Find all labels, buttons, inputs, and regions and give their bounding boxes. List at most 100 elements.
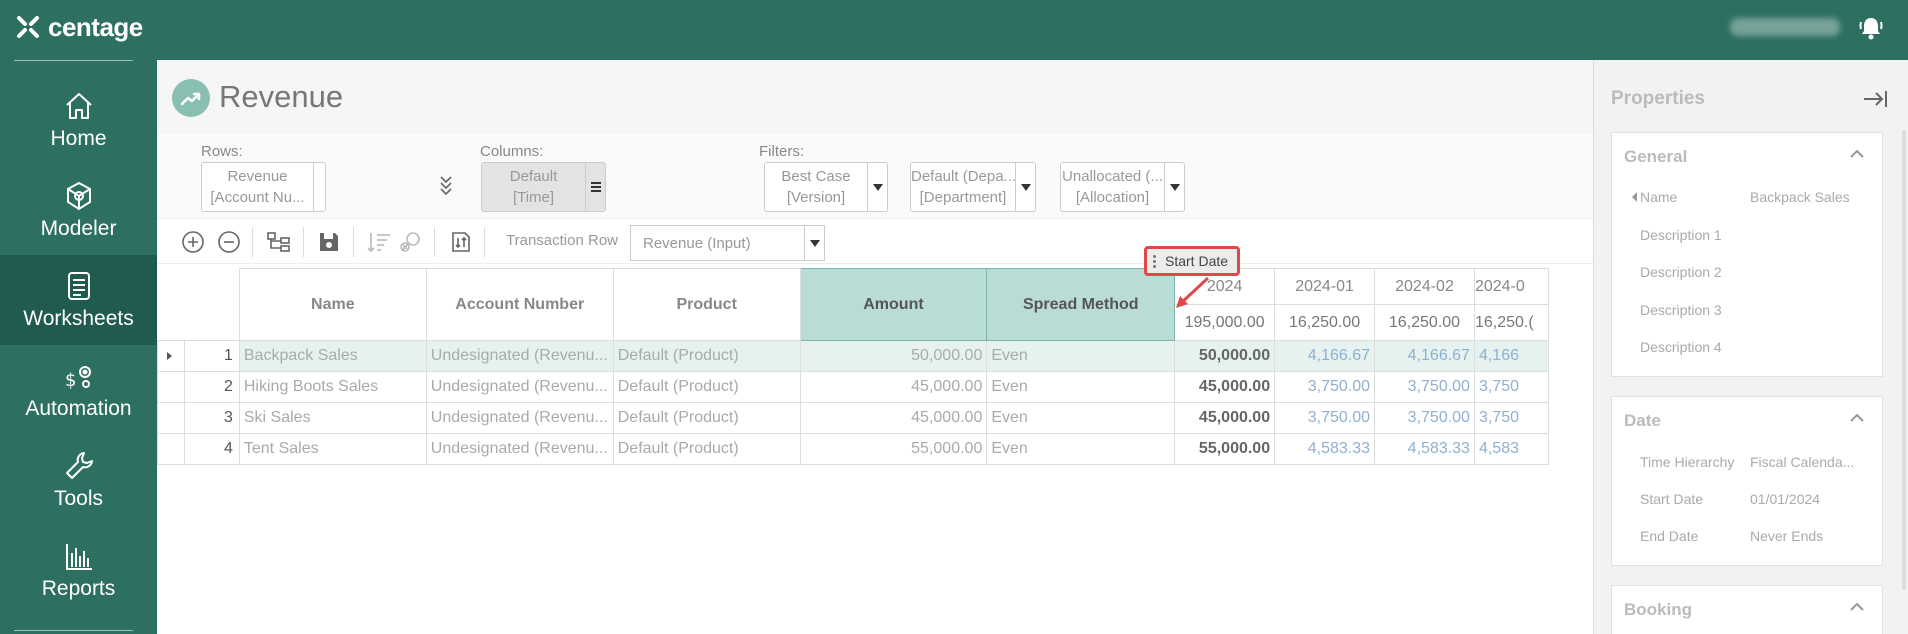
chevron-up-icon[interactable] [1850,413,1864,423]
cell-account[interactable]: Undesignated (Revenu... [425,340,614,372]
column-header-product[interactable]: Product [612,268,801,341]
current-field-marker-icon [1632,192,1637,202]
cell-amount[interactable]: 45,000.00 [799,371,988,403]
cell-period-2024-01[interactable]: 4,583.33 [1274,433,1376,465]
rows-dimension-box[interactable]: Revenue [Account Nu... [201,162,326,212]
sidebar-item-modeler[interactable]: Modeler [0,165,157,255]
sidebar-item-tools[interactable]: Tools [0,435,157,525]
column-header-name[interactable]: Name [238,268,427,341]
period-header-2024-02[interactable]: 2024-02 [1374,268,1475,305]
table-row[interactable]: 3 Ski Sales Undesignated (Revenu... Defa… [157,402,1549,434]
chevron-down-icon[interactable] [1164,163,1184,211]
cell-period-2024[interactable]: 45,000.00 [1174,371,1276,403]
chevron-down-icon[interactable] [867,163,887,211]
centage-logo[interactable]: centage [14,12,143,42]
cell-product[interactable]: Default (Product) [612,433,801,465]
property-value[interactable]: Fiscal Calenda... [1750,454,1875,470]
cell-period-2024-02[interactable]: 4,166.67 [1374,340,1475,372]
cell-name[interactable]: Hiking Boots Sales [238,371,427,403]
add-row-button[interactable] [179,228,207,256]
property-row-end-date[interactable]: End Date Never Ends [1612,528,1884,552]
cell-name[interactable]: Backpack Sales [238,340,427,372]
column-header-spread-method[interactable]: Spread Method [986,268,1176,341]
property-value[interactable]: 01/01/2024 [1750,491,1875,507]
table-row[interactable]: 4 Tent Sales Undesignated (Revenu... Def… [157,433,1549,465]
filter-allocation[interactable]: Unallocated (... [Allocation] [1060,162,1185,212]
cell-period-2024-02[interactable]: 3,750.00 [1374,402,1475,434]
cell-period-2024-01[interactable]: 3,750.00 [1274,402,1376,434]
cell-period-2024-02[interactable]: 4,583.33 [1374,433,1475,465]
cell-account[interactable]: Undesignated (Revenu... [425,371,614,403]
properties-scrollbar[interactable] [1902,130,1906,590]
property-row-description-4[interactable]: Description 4 [1612,339,1884,363]
cell-name[interactable]: Ski Sales [238,402,427,434]
property-row-name[interactable]: Name Backpack Sales [1612,189,1884,213]
user-name-blurred[interactable] [1730,18,1840,36]
cell-amount[interactable]: 50,000.00 [799,340,988,372]
cell-period-2024[interactable]: 45,000.00 [1174,402,1276,434]
filter-department[interactable]: Default (Depa... [Department] [910,162,1036,212]
collapse-panel-icon[interactable] [1862,88,1888,110]
property-row-description-2[interactable]: Description 2 [1612,264,1884,288]
cell-period-2024[interactable]: 50,000.00 [1174,340,1276,372]
property-row-description-1[interactable]: Description 1 [1612,227,1884,251]
period-header-2024-03[interactable]: 2024-0 [1473,268,1549,305]
cell-period-2024-03[interactable]: 4,583 [1473,433,1549,465]
sidebar-item-worksheets[interactable]: Worksheets [0,255,157,345]
rows-dimension-value: Revenue [Account Nu... [210,168,305,206]
transaction-row-select[interactable]: Revenue (Input) [630,225,825,261]
cell-account[interactable]: Undesignated (Revenu... [425,402,614,434]
cell-spread[interactable]: Even [986,433,1176,465]
cell-period-2024-03[interactable]: 3,750 [1473,371,1549,403]
cell-amount[interactable]: 55,000.00 [799,433,988,465]
sidebar-item-reports[interactable]: Reports [0,525,157,615]
cell-period-2024-01[interactable]: 3,750.00 [1274,371,1376,403]
cell-spread[interactable]: Even [986,340,1176,372]
rows-dimension-handle[interactable] [313,163,325,211]
chevron-up-icon[interactable] [1850,149,1864,159]
sort-button[interactable] [365,228,393,256]
property-value[interactable]: Backpack Sales [1750,189,1875,205]
property-row-description-3[interactable]: Description 3 [1612,302,1884,326]
clear-search-button[interactable] [397,228,425,256]
save-button[interactable] [315,228,343,256]
double-chevron-down-icon[interactable] [438,174,454,198]
sidebar-item-home[interactable]: Home [0,75,157,165]
cell-product[interactable]: Default (Product) [612,402,801,434]
hierarchy-button[interactable] [265,228,293,256]
table-row[interactable]: 1 Backpack Sales Undesignated (Revenu...… [157,340,1549,372]
cell-spread[interactable]: Even [986,371,1176,403]
notification-bell-icon[interactable] [1858,15,1884,41]
columns-menu-icon[interactable] [585,163,605,211]
cell-name[interactable]: Tent Sales [238,433,427,465]
cell-amount[interactable]: 45,000.00 [799,402,988,434]
filter-version[interactable]: Best Case [Version] [764,162,888,212]
table-row[interactable]: 2 Hiking Boots Sales Undesignated (Reven… [157,371,1549,403]
cell-period-2024-02[interactable]: 3,750.00 [1374,371,1475,403]
columns-dimension-value: Default [Time] [509,168,558,206]
columns-dimension-box[interactable]: Default [Time] [481,162,606,212]
cell-product[interactable]: Default (Product) [612,340,801,372]
cell-period-2024-01[interactable]: 4,166.67 [1274,340,1376,372]
row-expand-icon[interactable] [157,340,185,372]
import-export-button[interactable] [447,228,475,256]
cell-account[interactable]: Undesignated (Revenu... [425,433,614,465]
general-section-title: General [1624,147,1688,166]
property-row-start-date[interactable]: Start Date 01/01/2024 [1612,491,1884,515]
column-header-amount[interactable]: Amount [799,268,988,341]
sidebar-item-automation[interactable]: $ Automation [0,345,157,435]
cell-period-2024[interactable]: 55,000.00 [1174,433,1276,465]
cell-product[interactable]: Default (Product) [612,371,801,403]
chevron-down-icon[interactable] [1015,163,1035,211]
cell-period-2024-03[interactable]: 3,750 [1473,402,1549,434]
chevron-up-icon[interactable] [1850,602,1864,612]
remove-row-button[interactable] [215,228,243,256]
cell-spread[interactable]: Even [986,402,1176,434]
period-header-2024-01[interactable]: 2024-01 [1274,268,1376,305]
cell-period-2024-03[interactable]: 4,166 [1473,340,1549,372]
column-header-account-number[interactable]: Account Number [425,268,614,341]
drag-tooltip-start-date[interactable]: Start Date [1144,246,1240,276]
property-value[interactable]: Never Ends [1750,528,1875,544]
property-row-time-hierarchy[interactable]: Time Hierarchy Fiscal Calenda... [1612,454,1884,478]
chevron-down-icon[interactable] [804,226,824,260]
